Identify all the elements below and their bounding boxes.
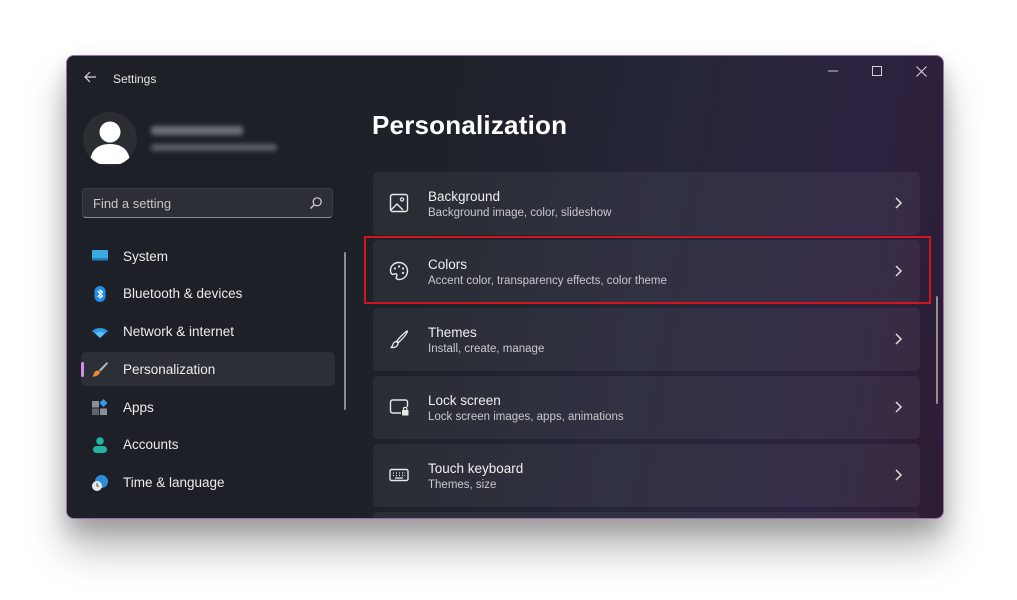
sidebar-item-apps[interactable]: Apps: [81, 390, 335, 424]
settings-window: Settings Find a setting System Bluetooth…: [66, 55, 944, 519]
chevron-right-icon: [895, 333, 903, 345]
apps-icon: [92, 399, 108, 416]
close-icon: [915, 65, 927, 77]
chevron-right-icon: [895, 401, 903, 413]
sidebar-item-system[interactable]: System: [81, 239, 335, 273]
sidebar-item-label: Accounts: [123, 437, 179, 453]
card-themes[interactable]: Themes Install, create, manage: [373, 308, 920, 371]
card-colors[interactable]: Colors Accent color, transparency effect…: [373, 240, 920, 303]
card-title: Touch keyboard: [428, 461, 524, 476]
card-lock-screen[interactable]: Lock screen Lock screen images, apps, an…: [373, 376, 920, 439]
user-name-blurred: [151, 126, 243, 135]
card-title: Themes: [428, 325, 477, 340]
card-title: Colors: [428, 257, 468, 272]
card-subtitle: Install, create, manage: [428, 343, 545, 355]
main-scrollbar[interactable]: [936, 296, 938, 404]
sidebar-item-personalization[interactable]: Personalization: [81, 352, 335, 387]
image-icon: [389, 193, 409, 213]
avatar: [83, 112, 137, 166]
keyboard-icon: [389, 468, 409, 482]
bluetooth-icon: [94, 285, 106, 302]
user-avatar-icon: [90, 121, 130, 164]
minimize-button[interactable]: [811, 56, 855, 86]
sidebar-nav: System Bluetooth & devices Network & int…: [81, 239, 335, 504]
search-box[interactable]: [82, 188, 333, 218]
sidebar-item-label: Bluetooth & devices: [123, 286, 243, 302]
monitor-icon: [92, 250, 108, 261]
card-subtitle: Themes, size: [428, 479, 497, 491]
close-button[interactable]: [899, 56, 943, 86]
wifi-icon: [92, 327, 108, 338]
user-email-blurred: [151, 144, 277, 151]
sidebar-item-network-internet[interactable]: Network & internet: [81, 315, 335, 349]
title-bar: Settings: [67, 56, 943, 100]
sidebar-item-bluetooth-devices[interactable]: Bluetooth & devices: [81, 277, 335, 311]
card-title: Lock screen: [428, 393, 501, 408]
palette-icon: [389, 261, 409, 281]
chevron-right-icon: [895, 197, 903, 209]
chevron-right-icon: [895, 265, 903, 277]
card-background[interactable]: Background Background image, color, slid…: [373, 172, 920, 235]
clock-globe-icon: [92, 474, 108, 491]
back-button[interactable]: [79, 66, 101, 88]
card-subtitle: Lock screen images, apps, animations: [428, 411, 624, 423]
paintbrush-icon: [92, 362, 108, 377]
minimize-icon: [828, 70, 838, 72]
card-title: Background: [428, 189, 501, 204]
sidebar-item-label: Time & language: [123, 475, 225, 491]
sidebar-item-label: Network & internet: [123, 324, 235, 340]
maximize-icon: [872, 66, 882, 76]
sidebar-scrollbar[interactable]: [344, 252, 346, 410]
page-title: Personalization: [372, 110, 568, 140]
card-subtitle: Accent color, transparency effects, colo…: [428, 275, 667, 287]
sidebar-item-label: Personalization: [123, 361, 216, 377]
chevron-right-icon: [895, 469, 903, 481]
lock-screen-icon: [389, 399, 409, 416]
user-profile[interactable]: [83, 112, 343, 168]
arrow-left-icon: [83, 71, 96, 83]
sidebar-item-label: Apps: [123, 399, 154, 415]
maximize-button[interactable]: [855, 56, 899, 86]
brush-icon: [390, 330, 409, 349]
search-input[interactable]: [83, 189, 332, 217]
sidebar-item-accounts[interactable]: Accounts: [81, 428, 335, 462]
sidebar-item-time-language[interactable]: Time & language: [81, 466, 335, 500]
search-icon[interactable]: [309, 196, 323, 210]
card-subtitle: Background image, color, slideshow: [428, 207, 612, 219]
settings-list: Background Background image, color, slid…: [373, 172, 920, 518]
sidebar-item-label: System: [123, 248, 169, 264]
card-touch-keyboard[interactable]: Touch keyboard Themes, size: [373, 444, 920, 507]
person-icon: [93, 437, 107, 453]
app-title: Settings: [113, 72, 157, 86]
card-partial-next[interactable]: [373, 512, 920, 518]
